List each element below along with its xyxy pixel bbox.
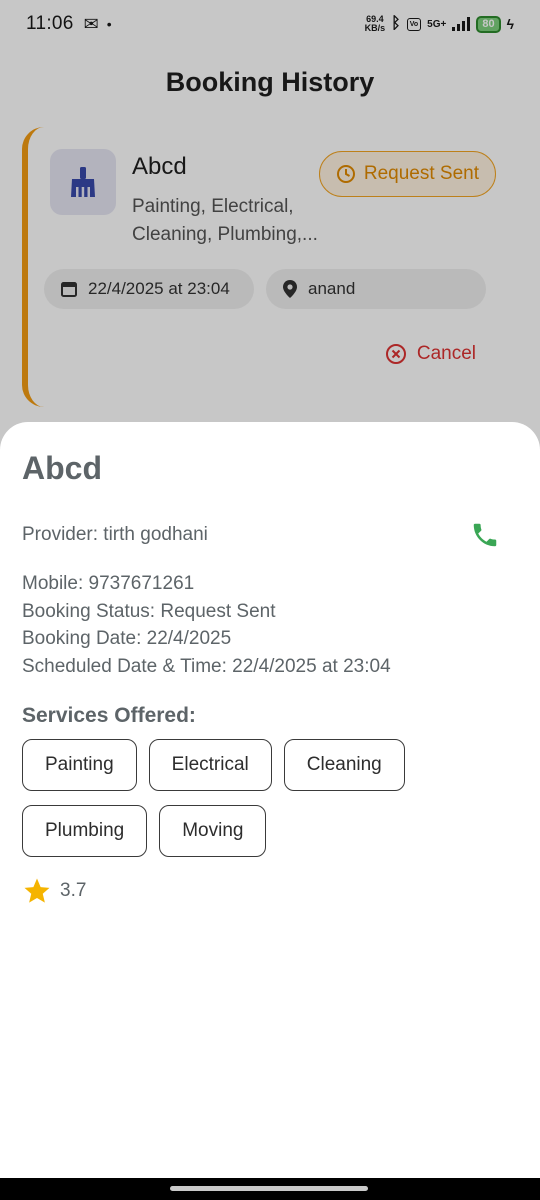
rating-value: 3.7 — [60, 880, 87, 901]
rating: 3.7 — [22, 876, 86, 906]
service-chip-list: Painting Electrical Cleaning Plumbing Mo… — [22, 739, 492, 857]
booking-details-sheet: Abcd Provider: tirth godhani Mobile: 973… — [0, 422, 540, 1178]
booking-details: Mobile: 9737671261 Booking Status: Reque… — [22, 570, 391, 680]
sheet-title: Abcd — [22, 450, 102, 486]
home-gesture-handle[interactable] — [170, 1186, 368, 1191]
system-nav-bar — [0, 1178, 540, 1200]
service-chip[interactable]: Electrical — [148, 739, 272, 791]
services-heading: Services Offered: — [22, 704, 196, 727]
booking-status-text: Booking Status: Request Sent — [22, 600, 276, 622]
star-icon — [24, 878, 50, 903]
service-chip[interactable]: Plumbing — [22, 805, 148, 857]
mobile-text: Mobile: 9737671261 — [22, 573, 195, 594]
service-chip[interactable]: Moving — [159, 805, 267, 857]
provider-text: Provider: tirth godhani — [22, 524, 208, 545]
phone-icon[interactable] — [470, 520, 500, 550]
scheduled-text: Scheduled Date & Time: 22/4/2025 at 23:0… — [22, 655, 391, 677]
service-chip[interactable]: Cleaning — [283, 739, 405, 791]
service-chip[interactable]: Painting — [22, 739, 137, 791]
booking-date-text: Booking Date: 22/4/2025 — [22, 628, 232, 649]
